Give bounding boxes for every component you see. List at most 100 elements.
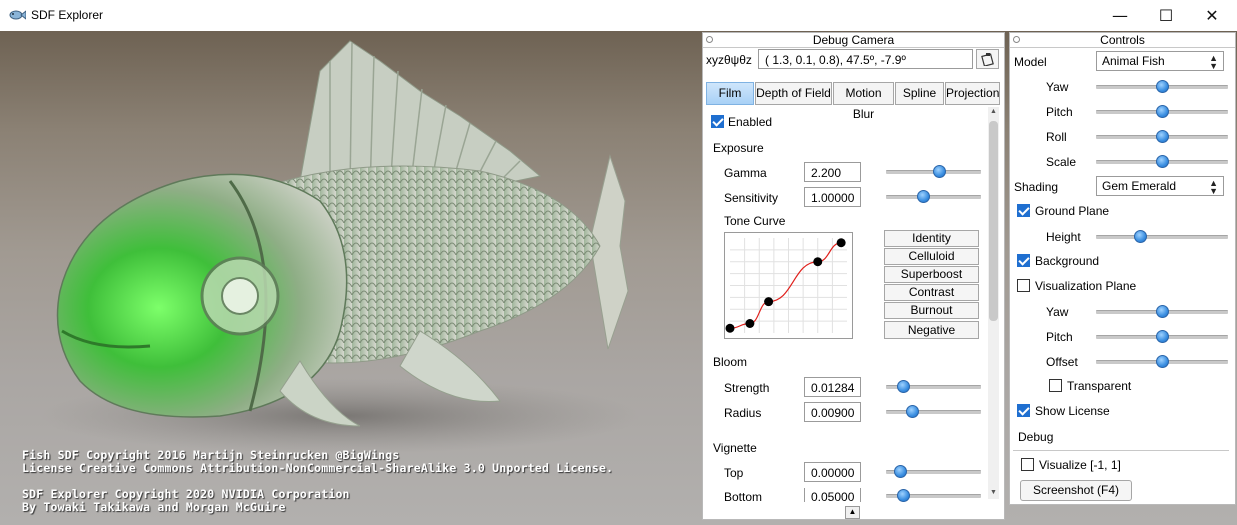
- model-yaw-label: Yaw: [1046, 80, 1069, 94]
- model-pitch-slider[interactable]: [1096, 105, 1228, 118]
- window-title: SDF Explorer: [31, 8, 104, 22]
- bloom-radius-label: Radius: [724, 406, 762, 420]
- gamma-field[interactable]: 2.200: [804, 162, 861, 182]
- visualize-checkbox[interactable]: [1021, 458, 1034, 471]
- vignette-bottom-field[interactable]: 0.05000: [804, 488, 861, 502]
- preset-contrast-button[interactable]: Contrast: [884, 284, 979, 301]
- scrollbar[interactable]: ▲ ▼: [988, 107, 999, 499]
- sensitivity-label: Sensitivity: [724, 191, 779, 205]
- title-bar: SDF Explorer — ☐ ✕: [0, 0, 1237, 31]
- slider-thumb[interactable]: [1155, 330, 1169, 343]
- tone-curve-point[interactable]: [813, 257, 823, 267]
- bloom-radius-field[interactable]: 0.00900: [804, 402, 861, 422]
- preset-burnout-button[interactable]: Burnout: [884, 302, 979, 319]
- tab-motion-blur[interactable]: Motion Blur: [833, 82, 894, 121]
- screenshot-button[interactable]: Screenshot (F4): [1020, 480, 1132, 501]
- show-license-checkbox[interactable]: [1017, 404, 1030, 417]
- model-dropdown[interactable]: Animal Fish ▲ ▼: [1096, 51, 1224, 71]
- collapse-panel-icon[interactable]: ▲: [845, 506, 860, 519]
- preset-negative-button[interactable]: Negative: [884, 321, 979, 339]
- slider-thumb[interactable]: [897, 489, 911, 502]
- background-label: Background: [1035, 254, 1100, 268]
- license-line: By Towaki Takikawa and Morgan McGuire: [22, 500, 286, 514]
- tone-curve-point[interactable]: [725, 323, 735, 333]
- slider-thumb[interactable]: [932, 165, 946, 178]
- slider-thumb[interactable]: [1155, 105, 1169, 118]
- slider-thumb[interactable]: [1155, 305, 1169, 318]
- model-scale-slider[interactable]: [1096, 155, 1228, 168]
- shading-value: Gem Emerald: [1102, 179, 1177, 193]
- ground-plane-checkbox[interactable]: [1017, 204, 1030, 217]
- model-roll-slider[interactable]: [1096, 130, 1228, 143]
- sensitivity-field[interactable]: 1.00000: [804, 187, 861, 207]
- height-slider[interactable]: [1096, 230, 1228, 243]
- gamma-label: Gamma: [724, 166, 767, 180]
- transparent-checkbox[interactable]: [1049, 379, 1062, 392]
- slider-thumb[interactable]: [1134, 230, 1148, 243]
- tone-curve-point[interactable]: [764, 297, 774, 307]
- slider-thumb[interactable]: [1155, 80, 1169, 93]
- tab-film[interactable]: Film: [706, 82, 754, 105]
- tab-depth-of-field[interactable]: Depth of Field: [755, 82, 832, 105]
- vis-offset-slider[interactable]: [1096, 355, 1228, 368]
- slider-thumb[interactable]: [1155, 155, 1169, 168]
- model-value: Animal Fish: [1102, 54, 1165, 68]
- shading-label: Shading: [1014, 180, 1059, 194]
- vignette-bottom-slider[interactable]: [886, 489, 981, 502]
- updown-arrows-icon: ▲ ▼: [1209, 178, 1218, 196]
- tone-curve-point[interactable]: [745, 319, 755, 328]
- fish-app-icon: [9, 10, 26, 20]
- vis-yaw-slider[interactable]: [1096, 305, 1228, 318]
- vignette-top-slider[interactable]: [886, 465, 981, 478]
- vignette-top-field[interactable]: 0.00000: [804, 462, 861, 482]
- height-label: Height: [1046, 230, 1081, 244]
- tab-projection[interactable]: Projection: [945, 82, 1000, 105]
- bloom-radius-slider[interactable]: [886, 405, 981, 418]
- vis-yaw-label: Yaw: [1046, 305, 1069, 319]
- slider-thumb[interactable]: [1155, 130, 1169, 143]
- model-scale-label: Scale: [1046, 155, 1077, 169]
- tone-curve-editor[interactable]: [724, 232, 853, 339]
- gamma-slider[interactable]: [886, 165, 981, 178]
- vignette-heading: Vignette: [713, 441, 757, 455]
- shading-dropdown[interactable]: Gem Emerald ▲ ▼: [1096, 176, 1224, 196]
- tone-curve-label: Tone Curve: [724, 214, 786, 228]
- controls-title: Controls: [1010, 33, 1235, 48]
- scrollbar-thumb[interactable]: [989, 121, 998, 321]
- license-line: License Creative Commons Attribution-Non…: [22, 461, 614, 475]
- preset-superboost-button[interactable]: Superboost: [884, 266, 979, 283]
- camera-coords-field[interactable]: ( 1.3, 0.1, 0.8), 47.5º, -7.9º: [758, 49, 973, 69]
- tone-curve-point[interactable]: [836, 238, 846, 248]
- visualization-plane-checkbox[interactable]: [1017, 279, 1030, 292]
- vis-pitch-slider[interactable]: [1096, 330, 1228, 343]
- tab-spline[interactable]: Spline: [895, 82, 944, 105]
- debug-camera-title: Debug Camera: [703, 33, 1004, 48]
- model-pitch-label: Pitch: [1046, 105, 1073, 119]
- model-roll-label: Roll: [1046, 130, 1067, 144]
- bloom-strength-field[interactable]: 0.01284: [804, 377, 861, 397]
- maximize-button[interactable]: ☐: [1143, 0, 1189, 31]
- enabled-checkbox[interactable]: [711, 115, 724, 128]
- vis-pitch-label: Pitch: [1046, 330, 1073, 344]
- transparent-label: Transparent: [1067, 379, 1132, 393]
- copy-camera-button[interactable]: [976, 49, 999, 69]
- show-license-label: Show License: [1035, 404, 1110, 418]
- exposure-heading: Exposure: [713, 141, 764, 155]
- minimize-button[interactable]: —: [1097, 0, 1143, 31]
- preset-celluloid-button[interactable]: Celluloid: [884, 248, 979, 265]
- slider-thumb[interactable]: [1155, 355, 1169, 368]
- model-label: Model: [1014, 55, 1047, 69]
- model-yaw-slider[interactable]: [1096, 80, 1228, 93]
- sensitivity-slider[interactable]: [886, 190, 981, 203]
- background-checkbox[interactable]: [1017, 254, 1030, 267]
- vignette-top-label: Top: [724, 466, 744, 480]
- scroll-up-icon[interactable]: ▲: [990, 108, 997, 115]
- preset-identity-button[interactable]: Identity: [884, 230, 979, 247]
- close-button[interactable]: ✕: [1189, 0, 1235, 31]
- visualization-plane-label: Visualization Plane: [1035, 279, 1137, 293]
- slider-thumb[interactable]: [905, 405, 919, 418]
- divider: [1013, 450, 1229, 451]
- scroll-down-icon[interactable]: ▼: [990, 489, 997, 496]
- clipboard-icon: [980, 53, 994, 67]
- bloom-strength-slider[interactable]: [886, 380, 981, 393]
